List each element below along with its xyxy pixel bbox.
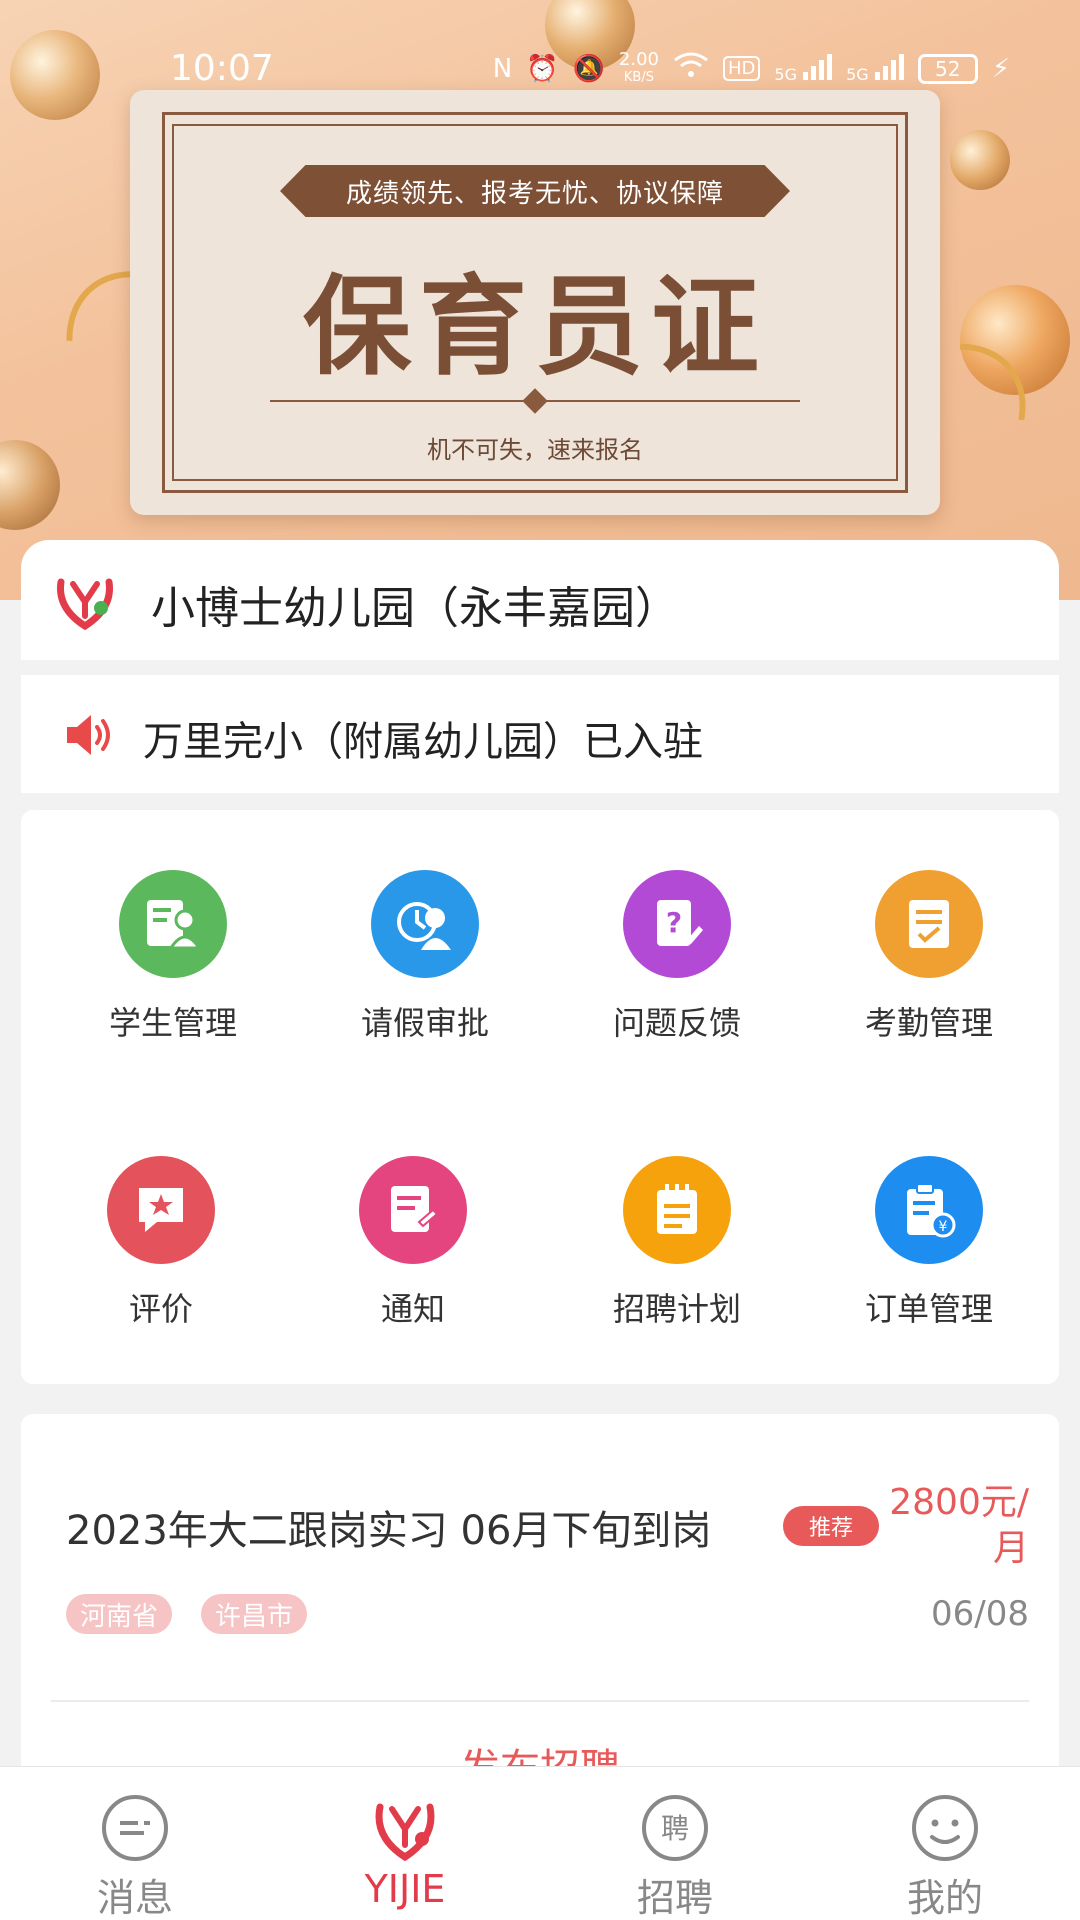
notice-text: 万里完小（附属幼儿园）已入驻 [143, 719, 703, 765]
student-management-icon [119, 870, 227, 978]
recruitment-plan-icon [623, 1156, 731, 1264]
signal-icon: 5G [846, 53, 904, 84]
feedback-icon: ? [623, 870, 731, 978]
tab-mine[interactable]: 我的 [810, 1767, 1080, 1920]
grid-item-evaluation[interactable]: 评价 [61, 1156, 261, 1330]
wifi-icon [673, 50, 709, 87]
bottom-tab-bar: 消息 YIJIE 聘 招聘 我的 [0, 1766, 1080, 1920]
signal-icon: 5G [774, 53, 833, 84]
alarm-icon: ⏰ [526, 53, 559, 84]
svg-text:¥: ¥ [939, 1219, 948, 1235]
net-speed: 2.00 KB/S [618, 48, 659, 86]
job-title: 2023年大二跟岗实习 06月下旬到岗 [66, 1508, 712, 1554]
grid-item-leave-approval[interactable]: 请假审批 [325, 870, 525, 1044]
tab-label: 消息 [96, 1876, 173, 1920]
grid-item-student-management[interactable]: 学生管理 [73, 870, 273, 1044]
school-name: 小博士幼儿园（永丰嘉园） [151, 583, 679, 634]
ornament-ball [950, 130, 1010, 190]
location-tag-province: 河南省 [66, 1594, 173, 1634]
notification-icon [359, 1156, 467, 1264]
attendance-icon [875, 870, 983, 978]
grid-item-feedback[interactable]: ? 问题反馈 [577, 870, 777, 1044]
signal-label: 5G [774, 64, 797, 84]
job-card[interactable]: 2023年大二跟岗实习 06月下旬到岗 推荐 2800元/月 河南省 许昌市 0… [21, 1414, 1059, 1792]
battery-icon: 52 [917, 53, 978, 84]
grid-label: 订单管理 [864, 1290, 993, 1328]
message-icon [102, 1795, 168, 1861]
grid-label: 考勤管理 [864, 1004, 993, 1042]
net-speed-unit: KB/S [623, 69, 654, 85]
grid-item-recruitment-plan[interactable]: 招聘计划 [577, 1156, 777, 1330]
recruitment-icon-char: 聘 [661, 1812, 689, 1845]
grid-label: 评价 [128, 1290, 193, 1328]
tab-label: YIJIE [364, 1867, 446, 1911]
grid-label: 学生管理 [108, 1004, 237, 1042]
grid-label: 请假审批 [360, 1004, 489, 1042]
tab-label: 我的 [906, 1876, 983, 1920]
banner-tagline: 成绩领先、报考无忧、协议保障 [280, 165, 790, 217]
school-card[interactable]: 小博士幼儿园（永丰嘉园） [21, 540, 1059, 660]
function-grid: 学生管理 请假审批 ? 问题反馈 考勤管理 评价 通知 招聘计划 ¥ 订单管理 [21, 810, 1059, 1384]
recruitment-icon: 聘 [642, 1795, 708, 1861]
signal-label: 5G [846, 64, 869, 84]
banner-title: 保育员证 [302, 265, 767, 390]
tab-messages[interactable]: 消息 [0, 1767, 270, 1920]
grid-label: 问题反馈 [612, 1004, 741, 1042]
divider [51, 1700, 1029, 1702]
grid-item-attendance[interactable]: 考勤管理 [829, 870, 1029, 1044]
leave-approval-icon [371, 870, 479, 978]
job-salary: 2800元/月 [889, 1482, 1029, 1569]
order-management-icon: ¥ [875, 1156, 983, 1264]
grid-item-order-management[interactable]: ¥ 订单管理 [829, 1156, 1029, 1330]
status-icons: N ⏰ 🔕 2.00 KB/S HD 5G 5G 52 ⚡ [493, 50, 1010, 87]
mute-icon: 🔕 [572, 53, 605, 84]
recommend-badge: 推荐 [783, 1506, 879, 1546]
status-time: 10:07 [170, 48, 274, 89]
job-date: 06/08 [931, 1594, 1029, 1634]
tab-recruitment[interactable]: 聘 招聘 [540, 1767, 810, 1920]
notice-bar[interactable]: 万里完小（附属幼儿园）已入驻 [21, 675, 1059, 793]
net-speed-value: 2.00 [618, 48, 659, 70]
school-logo-icon [57, 578, 113, 631]
yijie-logo-icon [375, 1803, 435, 1862]
hd-icon: HD [722, 56, 761, 81]
tab-yijie[interactable]: YIJIE [270, 1767, 540, 1920]
grid-item-notification[interactable]: 通知 [313, 1156, 513, 1330]
location-tag-city: 许昌市 [201, 1594, 308, 1634]
status-bar: 10:07 N ⏰ 🔕 2.00 KB/S HD 5G 5G 52 ⚡ [0, 40, 1080, 96]
svg-text:?: ? [666, 906, 682, 939]
banner-subtitle: 机不可失，速来报名 [427, 436, 643, 464]
grid-label: 通知 [380, 1290, 445, 1328]
smiley-icon [912, 1795, 978, 1861]
charging-icon: ⚡ [991, 53, 1010, 84]
ornament-ball [0, 440, 60, 530]
grid-label: 招聘计划 [612, 1290, 741, 1328]
nfc-icon: N [492, 53, 513, 84]
tab-label: 招聘 [636, 1876, 713, 1920]
banner-poster: 成绩领先、报考无忧、协议保障 保育员证 机不可失，速来报名 [130, 90, 940, 515]
evaluation-icon [107, 1156, 215, 1264]
speaker-icon [67, 715, 110, 755]
